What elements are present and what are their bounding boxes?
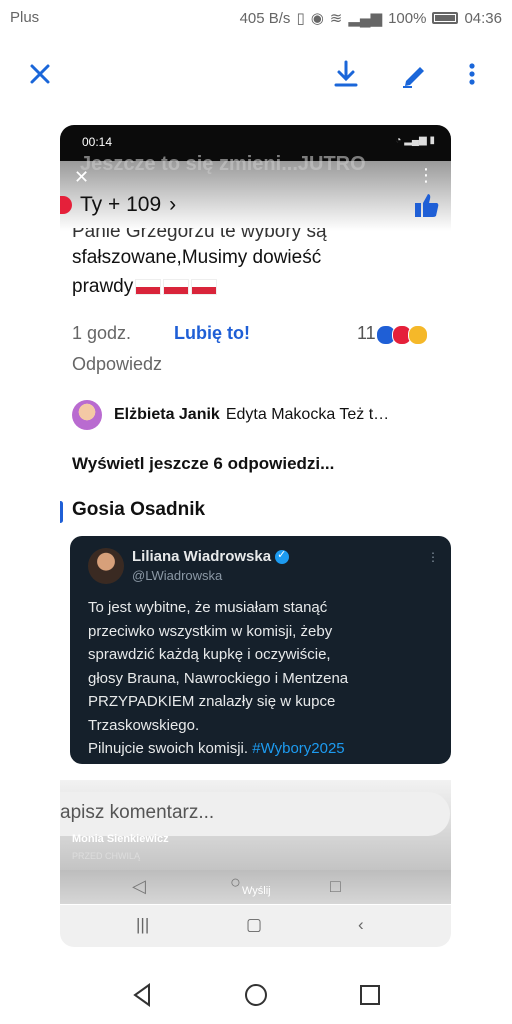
avatar bbox=[88, 548, 124, 584]
screenshot-image[interactable]: 00:14 ◔ ▂▄▆ ▮ Jeszcze to się zmieni...JU… bbox=[60, 125, 451, 947]
inner-system-nav: ||| ▢ ‹ bbox=[60, 905, 451, 947]
recents-icon: ||| bbox=[136, 915, 150, 934]
inner-signal-icon: ◔ ▂▄▆ ▮ bbox=[395, 135, 435, 146]
status-bar: Plus 405 B/s ▯ ◉ ≋ ▂▄▆ 100% 04:36 bbox=[0, 0, 512, 36]
comment-meta: 1 godz. Lubię to! 11 bbox=[72, 323, 451, 345]
tweet-line: głosy Brauna, Nawrockiego i Mentzena bbox=[88, 669, 349, 687]
edit-icon[interactable] bbox=[397, 56, 433, 92]
signal-icon: ▂▄▆ bbox=[348, 10, 383, 27]
clock: 04:36 bbox=[464, 9, 502, 27]
cut-off-meta bbox=[60, 765, 451, 781]
home-icon: ○ bbox=[230, 872, 241, 892]
comment-line-2: sfałszowane,Musimy dowieść bbox=[72, 247, 322, 268]
chevron-right-icon: › bbox=[169, 193, 177, 216]
back-icon: ◁ bbox=[132, 876, 146, 896]
status-right: 405 B/s ▯ ◉ ≋ ▂▄▆ 100% 04:36 bbox=[239, 9, 502, 28]
vibrate-icon: ▯ bbox=[296, 10, 305, 27]
notification-time: PRZED CHWILĄ bbox=[72, 851, 141, 861]
reaction-summary: Ty + 109 › bbox=[60, 193, 176, 217]
inner-clock: 00:14 bbox=[82, 135, 113, 149]
reply-item: Elżbieta Janik Edyta Makocka Też t… bbox=[72, 397, 451, 433]
system-nav-bar bbox=[0, 970, 512, 1024]
home-icon[interactable] bbox=[241, 980, 271, 1010]
tweet-line: Pilnujcie swoich komisji. #Wybory2025 bbox=[88, 737, 438, 761]
more-vert-icon: ⋮ bbox=[427, 550, 439, 564]
home-icon: ▢ bbox=[246, 915, 263, 934]
carrier-name: Plus bbox=[10, 9, 40, 26]
comment-line-1: Panie Grzegorzu te wybory są bbox=[72, 228, 327, 242]
reply-author: Elżbieta Janik bbox=[114, 406, 220, 423]
more-vert-icon[interactable] bbox=[454, 56, 490, 92]
comment-text: Panie Grzegorzu te wybory są sfałszowane… bbox=[72, 228, 442, 301]
wifi-icon: ≋ bbox=[329, 10, 343, 27]
battery-percent: 100% bbox=[388, 9, 427, 27]
comment-author: Gosia Osadnik bbox=[60, 499, 206, 523]
recents-icon: □ bbox=[330, 876, 341, 896]
back-icon[interactable] bbox=[127, 980, 157, 1010]
network-speed: 405 B/s bbox=[239, 9, 291, 27]
tweet-card: Liliana Wiadrowska @LWiadrowska ⋮ To jes… bbox=[70, 536, 451, 764]
tweet-line: PRZYPADKIEM znalazły się w kupce bbox=[88, 693, 336, 710]
eye-icon: ◉ bbox=[310, 10, 324, 27]
care-icon bbox=[408, 325, 428, 345]
tweet-line: To jest wybitne, że musiałam stanąć bbox=[88, 599, 328, 616]
tweet-handle: @LWiadrowska bbox=[132, 568, 223, 583]
flag-icon bbox=[191, 278, 218, 295]
like-link: Lubię to! bbox=[174, 323, 250, 343]
tweet-text: To jest wybitne, że musiałam stanąć prze… bbox=[88, 596, 438, 761]
hashtag: #Wybory2025 bbox=[252, 740, 345, 757]
thumbs-up-icon bbox=[413, 191, 441, 219]
inner-nav-bar: ◁ ○ Wyślij □ bbox=[60, 870, 451, 904]
reaction-number: 11 bbox=[357, 323, 376, 343]
tweet-line: sprawdzić każdą kupkę i oczywiście, bbox=[88, 646, 331, 663]
tweet-author-name: Liliana Wiadrowska bbox=[132, 548, 272, 565]
battery-icon bbox=[432, 12, 459, 24]
avatar bbox=[72, 400, 102, 430]
time-ago: 1 godz. bbox=[72, 323, 132, 343]
inner-close-icon: ✕ bbox=[74, 167, 90, 187]
reaction-count: Ty + 109 bbox=[80, 193, 162, 216]
emoji-reactions bbox=[376, 325, 428, 345]
download-icon[interactable] bbox=[328, 56, 364, 92]
comment-placeholder: apisz komentarz... bbox=[60, 802, 215, 823]
back-icon: ‹ bbox=[358, 915, 364, 934]
comment-input: apisz komentarz... bbox=[60, 792, 450, 836]
inner-more-icon: ⋮ bbox=[417, 165, 435, 185]
heart-icon bbox=[60, 196, 72, 214]
more-replies-link: Wyświetl jeszcze 6 odpowiedzi... bbox=[72, 454, 335, 473]
flag-icon bbox=[135, 278, 162, 295]
ghost-text: Jeszcze to się zmieni...JUTRO bbox=[80, 153, 366, 175]
viewer-toolbar bbox=[0, 50, 512, 100]
close-icon[interactable] bbox=[22, 56, 58, 92]
comment-line-3: prawdy bbox=[72, 276, 134, 297]
tweet-author: Liliana Wiadrowska bbox=[132, 548, 290, 565]
recents-icon[interactable] bbox=[355, 980, 385, 1010]
send-label: Wyślij bbox=[242, 885, 271, 897]
tweet-last-line: Pilnujcie swoich komisji. bbox=[88, 740, 249, 757]
notification-name: Monia Sienkiewicz bbox=[72, 833, 169, 845]
reply-link: Odpowiedz bbox=[72, 354, 163, 374]
tweet-line: Trzaskowskiego. bbox=[88, 716, 200, 734]
tweet-line: przeciwko wszystkim w komisji, żeby bbox=[88, 622, 333, 640]
flag-icon bbox=[163, 278, 190, 295]
verified-icon bbox=[275, 548, 290, 565]
reply-text: Edyta Makocka Też t… bbox=[225, 406, 390, 423]
